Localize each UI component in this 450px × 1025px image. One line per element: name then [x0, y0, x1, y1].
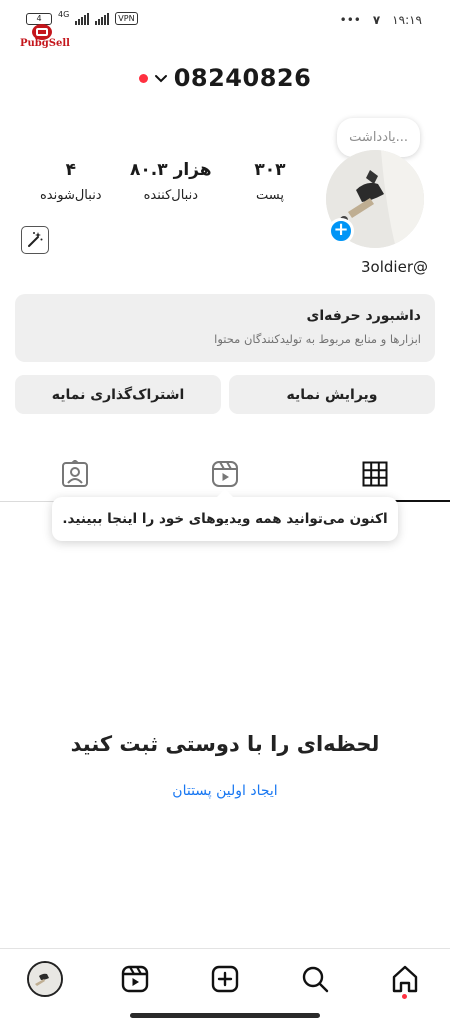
profile-avatar-wrap[interactable]: + [326, 150, 424, 248]
create-first-post-link[interactable]: ایجاد اولین پستتان [0, 783, 450, 799]
home-notification-dot [402, 993, 407, 999]
status-time: ۱۹:۱۹ [392, 13, 422, 27]
empty-state-title: لحظه‌ای را با دوستی ثبت کنید [70, 732, 380, 756]
magic-wand-icon [28, 232, 43, 247]
stat-followers[interactable]: ۸۰.۳ هزار دنبال‌کننده [130, 160, 212, 203]
stat-value: ۴ [65, 160, 76, 180]
stat-label: پست [255, 188, 284, 203]
stat-value: ۸۰.۳ هزار [130, 160, 212, 180]
status-dots: ••• [339, 13, 361, 27]
add-story-button[interactable]: + [328, 218, 354, 244]
grid-icon [362, 461, 388, 486]
professional-dashboard[interactable]: داشبورد حرفه‌ای ابزارها و منابع مربوط به… [15, 294, 435, 362]
avatar-photo-small [29, 962, 61, 995]
create-icon [211, 965, 239, 992]
account-switcher[interactable]: 08240826 [174, 64, 312, 92]
nav-profile[interactable] [15, 954, 75, 1004]
reels-icon [121, 965, 149, 992]
profile-avatar-small [27, 960, 63, 997]
notification-dot [138, 73, 148, 83]
magic-wand-button[interactable] [21, 226, 49, 254]
tab-grid[interactable] [300, 446, 450, 502]
dashboard-title: داشبورد حرفه‌ای [306, 308, 421, 324]
signal-icon-2 [95, 12, 110, 25]
username: 3oldier@ [361, 258, 428, 276]
chevron-down-icon[interactable] [154, 71, 168, 85]
watermark-text: PubgSell [20, 38, 70, 49]
nav-search[interactable] [285, 954, 345, 1004]
stat-label: دنبال‌کننده [143, 188, 198, 203]
status-right: ••• ۷ ۱۹:۱۹ [340, 13, 422, 27]
edit-profile-button[interactable]: ویرایش نمایه [229, 375, 435, 414]
stat-posts[interactable]: ۳۰۳ پست [240, 160, 300, 203]
reels-icon [212, 460, 238, 487]
nav-home[interactable] [375, 954, 435, 1004]
nav-create[interactable] [195, 954, 255, 1004]
search-icon [302, 966, 329, 992]
vpn-badge: VPN [115, 12, 138, 25]
gesture-bar[interactable] [130, 1013, 320, 1018]
bottom-navigation [0, 948, 450, 1008]
dashboard-subtitle: ابزارها و منابع مربوط به تولیدکنندگان مح… [214, 332, 421, 346]
signal-icon [75, 12, 90, 25]
profile-stats: ۳۰۳ پست ۸۰.۳ هزار دنبال‌کننده ۴ دنبال‌شو… [40, 160, 300, 203]
profile-header: 08240826 [0, 62, 450, 94]
stat-value: ۳۰۳ [254, 160, 286, 180]
stat-label: دنبال‌شونده [40, 188, 102, 203]
profile-actions: ویرایش نمایه اشتراک‌گذاری نمایه [15, 375, 435, 414]
status-indicator: ۷ [372, 13, 381, 27]
reels-tooltip[interactable]: اکنون می‌توانید همه ویدیوهای خود را اینج… [52, 489, 398, 541]
nav-reels[interactable] [105, 954, 165, 1004]
tagged-icon [62, 459, 88, 487]
network-type: 4G [58, 10, 70, 19]
tab-tagged[interactable] [0, 446, 150, 501]
share-profile-button[interactable]: اشتراک‌گذاری نمایه [15, 375, 221, 414]
status-bar: 4 4G VPN ••• ۷ ۱۹:۱۹ PubgSell [0, 0, 450, 49]
home-icon [392, 965, 418, 992]
stat-following[interactable]: ۴ دنبال‌شونده [40, 160, 102, 203]
